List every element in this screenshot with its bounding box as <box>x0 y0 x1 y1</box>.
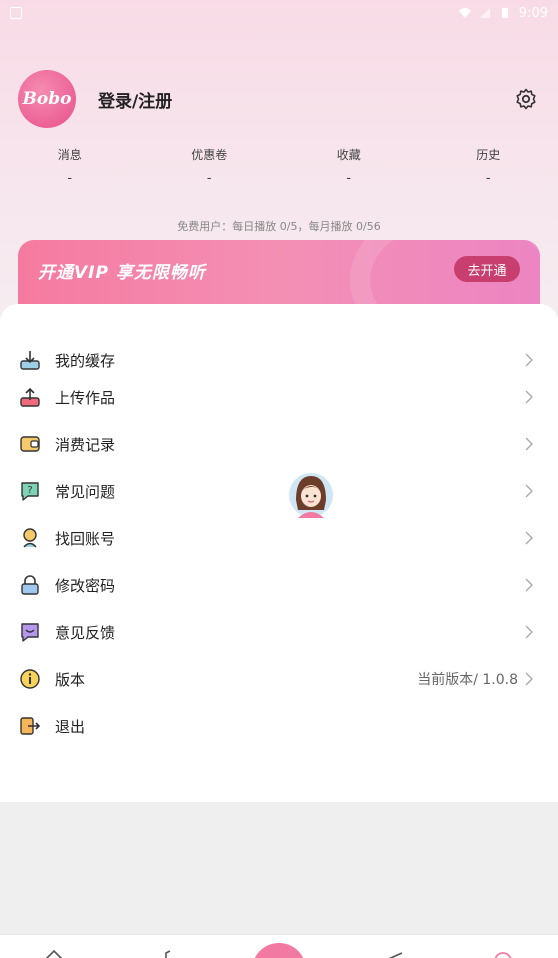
menu-item-spending[interactable]: 消费记录 <box>0 424 558 464</box>
lock-icon <box>19 574 41 596</box>
stat-value: - <box>206 171 212 186</box>
stat-value: - <box>485 171 491 186</box>
chevron-right-icon <box>525 578 533 592</box>
stat-label: 消息 <box>57 148 82 162</box>
profile-row: Bobo 登录/注册 <box>18 70 540 128</box>
upload-icon <box>19 386 41 408</box>
vip-open-button[interactable]: 去开通 <box>454 256 520 282</box>
download-icon <box>19 349 41 371</box>
stat-label: 历史 <box>476 148 501 162</box>
play-center-button[interactable] <box>252 943 306 958</box>
stat-label: 收藏 <box>336 148 361 162</box>
chevron-right-icon <box>525 353 533 367</box>
chevron-right-icon <box>525 625 533 639</box>
logout-icon <box>19 715 41 737</box>
question-icon: ? <box>19 480 41 502</box>
wallet-icon <box>19 433 41 455</box>
avatar-logo-text: Bobo <box>22 89 72 109</box>
info-icon <box>19 668 41 690</box>
feedback-icon <box>19 621 41 643</box>
status-time: 9:09 <box>518 5 548 21</box>
stat-favorites[interactable]: 收藏 - <box>279 146 419 190</box>
stat-value: - <box>67 171 73 186</box>
notification-icon <box>10 7 22 19</box>
chevron-right-icon <box>525 672 533 686</box>
home-icon[interactable] <box>42 949 66 958</box>
battery-icon <box>501 8 508 18</box>
menu-item-feedback[interactable]: 意见反馈 <box>0 612 558 652</box>
stat-label: 优惠卷 <box>191 148 228 162</box>
stat-history[interactable]: 历史 - <box>419 146 558 190</box>
menu-item-recover-account[interactable]: 找回账号 <box>0 518 558 558</box>
menu-item-label: 找回账号 <box>55 529 116 548</box>
menu-item-version[interactable]: 版本 当前版本/ 1.0.8 <box>0 659 558 699</box>
chevron-right-icon <box>525 390 533 404</box>
login-register-link[interactable]: 登录/注册 <box>98 87 514 112</box>
bottom-navigation <box>0 934 558 958</box>
menu-item-label: 意见反馈 <box>55 623 116 642</box>
menu-item-label: 我的缓存 <box>55 351 116 370</box>
avatar[interactable]: Bobo <box>18 70 76 128</box>
chevron-right-icon <box>525 437 533 451</box>
menu-item-faq[interactable]: ? 常见问题 <box>0 471 558 511</box>
menu-item-cache[interactable]: 我的缓存 <box>0 340 558 380</box>
gear-icon[interactable] <box>514 87 538 111</box>
profile-tab-icon[interactable] <box>492 949 514 958</box>
menu-item-upload[interactable]: 上传作品 <box>0 377 558 417</box>
status-bar: 9:09 <box>0 0 558 26</box>
menu-item-logout[interactable]: 退出 <box>0 706 558 746</box>
send-icon[interactable] <box>382 949 404 958</box>
menu-item-label: 退出 <box>55 717 86 736</box>
vip-title: 开通VIP 享无限畅听 <box>38 263 206 283</box>
vip-banner[interactable]: 开通VIP 享无限畅听 去开通 <box>18 240 540 306</box>
free-user-quota: 免费用户：每日播放 0/5，每月播放 0/56 <box>177 220 381 233</box>
account-icon <box>19 527 41 549</box>
stat-coupons[interactable]: 优惠卷 - <box>140 146 280 190</box>
stats-row: 消息 - 优惠卷 - 收藏 - 历史 - <box>0 146 558 190</box>
menu-item-label: 修改密码 <box>55 576 116 595</box>
chevron-right-icon <box>525 531 533 545</box>
stat-messages[interactable]: 消息 - <box>0 146 140 190</box>
chevron-right-icon <box>525 484 533 498</box>
menu-item-change-password[interactable]: 修改密码 <box>0 565 558 605</box>
svg-text:?: ? <box>27 485 32 496</box>
version-value: 当前版本/ 1.0.8 <box>417 672 518 688</box>
wifi-icon <box>458 8 471 18</box>
music-icon[interactable] <box>156 949 176 958</box>
menu-card: 我的缓存 上传作品 消费记录 ? 常见问题 找回账号 修改密码 意见反馈 版本 … <box>0 304 558 802</box>
menu-item-label: 上传作品 <box>55 388 116 407</box>
signal-icon <box>479 8 490 18</box>
floating-assistant-icon[interactable] <box>288 470 334 520</box>
menu-item-label: 版本 <box>55 670 86 689</box>
menu-item-label: 消费记录 <box>55 435 116 454</box>
stat-value: - <box>346 171 352 186</box>
